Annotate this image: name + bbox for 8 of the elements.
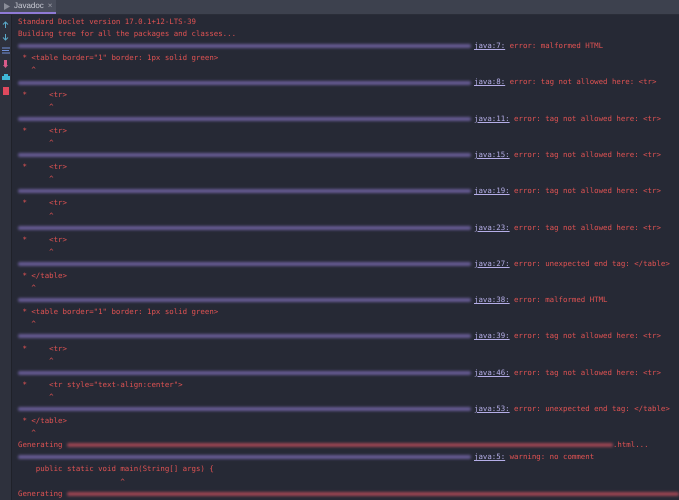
arrow-up-icon[interactable] bbox=[2, 21, 9, 28]
scroll-down-icon[interactable] bbox=[2, 60, 9, 68]
trash-icon[interactable] bbox=[2, 87, 8, 95]
wrap-icon[interactable] bbox=[2, 47, 10, 54]
print-icon[interactable] bbox=[2, 74, 10, 81]
console-tab[interactable]: Javadoc × bbox=[0, 0, 56, 14]
play-icon bbox=[4, 2, 10, 10]
arrow-down-icon[interactable] bbox=[2, 34, 9, 41]
